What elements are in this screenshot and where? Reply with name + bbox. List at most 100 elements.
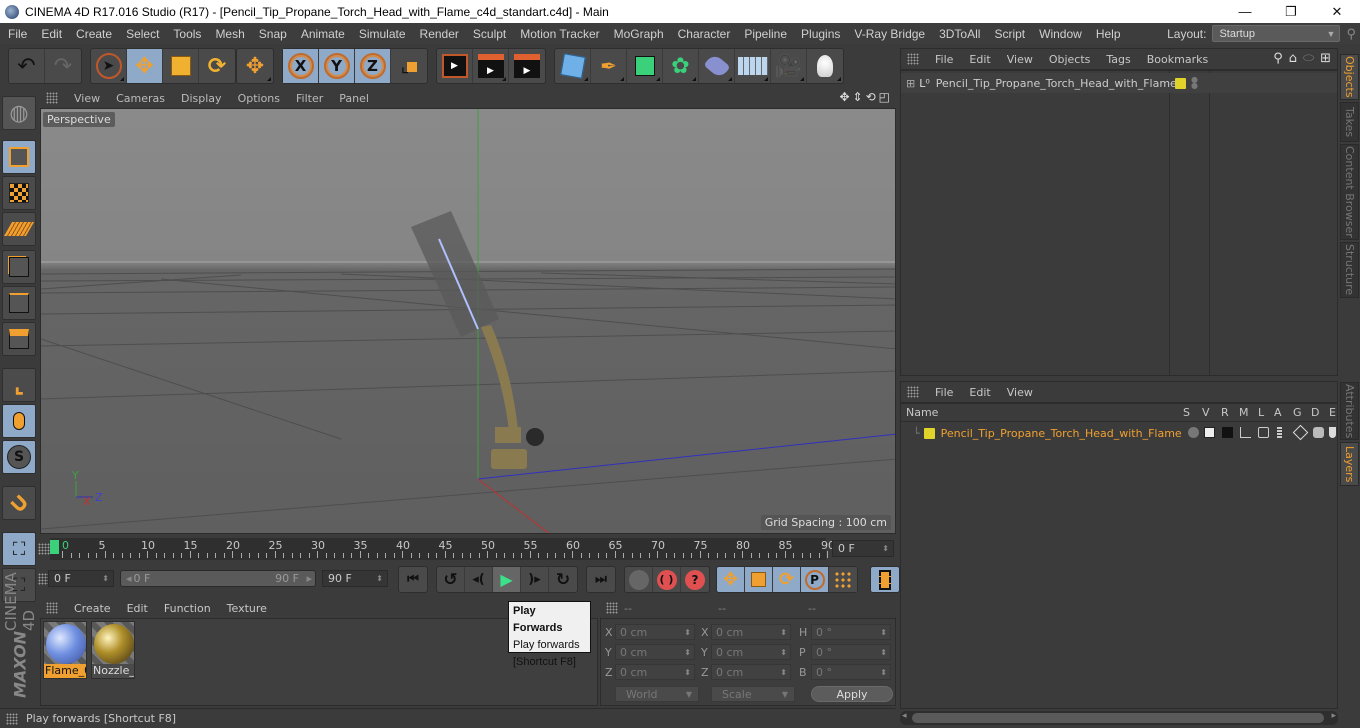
tweak-mode-button[interactable] [2,404,36,438]
position-y-field[interactable]: 0 cm ⬍ [615,644,695,660]
tab-content-browser[interactable]: Content Browser [1340,144,1359,240]
tab-attributes[interactable]: Attributes [1340,382,1359,440]
menu-animate[interactable]: Animate [294,27,352,41]
dolly-view-icon[interactable]: ⇕ [853,90,863,104]
range-right-arrow-icon[interactable]: ▸ [306,572,312,585]
expand-icon[interactable]: ⊞ [906,77,915,90]
tab-structure[interactable]: Structure [1340,242,1359,298]
coordinate-system-button[interactable]: ⌞ [391,49,427,83]
panel-grip-icon[interactable] [46,92,58,104]
menu-plugins[interactable]: Plugins [794,27,847,41]
spinner-icon[interactable]: ⬍ [882,544,889,553]
object-name[interactable]: Pencil_Tip_Propane_Torch_Head_with_Flame [936,77,1177,90]
panel-grip-icon[interactable] [907,53,919,65]
size-z-field[interactable]: 0 cm ⬍ [711,664,791,680]
col-locked[interactable]: L [1258,406,1264,419]
deformer-shield-icon[interactable] [1313,427,1324,438]
layer-row[interactable]: └ Pencil_Tip_Propane_Torch_Head_with_Fla… [901,423,1337,443]
search-icon[interactable]: ⚲ [1273,51,1283,66]
layer-name[interactable]: Pencil_Tip_Propane_Torch_Head_with_Flame [941,427,1182,440]
panel-grip-icon[interactable] [606,602,618,614]
camera-label[interactable]: Perspective [43,112,115,127]
layer-menu-view[interactable]: View [999,386,1041,399]
menu-edit[interactable]: Edit [34,27,69,41]
col-expressions[interactable]: E [1329,406,1336,419]
z-axis-button[interactable]: Z [355,49,391,83]
cube-button[interactable] [555,49,591,83]
playhead-marker[interactable] [50,540,59,554]
model-mode-button[interactable] [2,140,36,174]
viewport-menu-filter[interactable]: Filter [288,92,331,105]
transform-mode-dropdown[interactable]: Scale ▼ [711,686,795,702]
animation-film-icon[interactable] [1277,427,1282,438]
render-picture-viewer-button[interactable]: ▶ [473,49,509,83]
menu-motion-tracker[interactable]: Motion Tracker [513,27,606,41]
timeline-window-button[interactable] [871,567,899,592]
close-button[interactable]: ✕ [1314,0,1360,23]
cloner-button[interactable]: ✿ [663,49,699,83]
menu-render[interactable]: Render [413,27,466,41]
apply-button[interactable]: Apply [811,686,893,702]
key-pla-button[interactable] [829,567,857,592]
viewport-menu-panel[interactable]: Panel [331,92,377,105]
layer-color-swatch[interactable] [923,427,935,439]
search-icon[interactable]: ⚲ [1346,26,1360,42]
scale-button[interactable] [163,49,199,83]
menu-sculpt[interactable]: Sculpt [466,27,513,41]
deformer-button[interactable] [699,49,735,83]
autokeying-button[interactable]: ( ) [653,567,681,592]
key-position-button[interactable]: ✥ [717,567,745,592]
redo-button[interactable]: ↷ [45,49,81,83]
y-axis-button[interactable]: Y [319,49,355,83]
render-settings-button[interactable]: ▶ [509,49,545,83]
render-clapper-icon[interactable] [1222,427,1233,438]
position-x-field[interactable]: 0 cm ⬍ [615,624,695,640]
lock-workplane-button[interactable]: ⛶ [2,532,36,566]
camera-button[interactable]: 🎥 [771,49,807,83]
object-menu-file[interactable]: File [927,53,961,66]
object-menu-bookmarks[interactable]: Bookmarks [1139,53,1216,66]
object-menu-tags[interactable]: Tags [1098,53,1138,66]
menu-script[interactable]: Script [987,27,1032,41]
min-frame-field[interactable]: 0 F ⬍ [48,570,114,587]
next-key-button[interactable]: ↻ [549,567,577,592]
menu-create[interactable]: Create [69,27,119,41]
workplane-mode-button[interactable] [2,212,36,246]
tab-layers[interactable]: Layers [1340,442,1359,486]
material-item[interactable]: Flame_0 [43,621,87,679]
keyframe-selection-button[interactable]: ? [681,567,709,592]
3d-viewport[interactable]: Y X Z Perspective Grid Spacing : 100 cm [40,108,896,534]
live-selection-button[interactable]: ➤ [91,49,127,83]
key-rotation-button[interactable]: ⟳ [773,567,801,592]
menu-character[interactable]: Character [671,27,738,41]
move-button[interactable]: ✥ [127,49,163,83]
menu-help[interactable]: Help [1089,27,1128,41]
light-button[interactable] [807,49,843,83]
previous-key-button[interactable]: ↺ [437,567,465,592]
frame-range-slider[interactable]: ◂ 0 F 90 F ▸ [120,570,316,587]
viewport-menu-display[interactable]: Display [173,92,230,105]
texture-mode-button[interactable] [2,176,36,210]
size-y-field[interactable]: 0 cm ⬍ [711,644,791,660]
viewport-menu-cameras[interactable]: Cameras [108,92,173,105]
polygons-mode-button[interactable] [2,322,36,356]
tab-takes[interactable]: Takes [1340,102,1359,142]
rotation-b-field[interactable]: 0 ° ⬍ [811,664,891,680]
scroll-right-icon[interactable]: ▸ [1331,711,1336,721]
layer-menu-edit[interactable]: Edit [961,386,998,399]
layer-color-swatch[interactable] [1175,77,1186,89]
object-menu-view[interactable]: View [999,53,1041,66]
col-render[interactable]: R [1221,406,1229,419]
col-deformers[interactable]: D [1311,406,1319,419]
last-tool-button[interactable]: ✥ [237,49,273,83]
play-forwards-button[interactable]: ▶ [493,567,521,592]
material-menu-function[interactable]: Function [156,602,219,615]
material-menu-edit[interactable]: Edit [119,602,156,615]
record-active-objects-button[interactable] [625,567,653,592]
home-icon[interactable]: ⌂ [1289,51,1297,66]
subdivision-surface-button[interactable] [627,49,663,83]
col-name[interactable]: Name [906,406,938,419]
new-window-icon[interactable]: ⊞ [1320,51,1331,66]
generator-icon[interactable] [1292,424,1309,441]
next-frame-button[interactable]: )▸ [521,567,549,592]
